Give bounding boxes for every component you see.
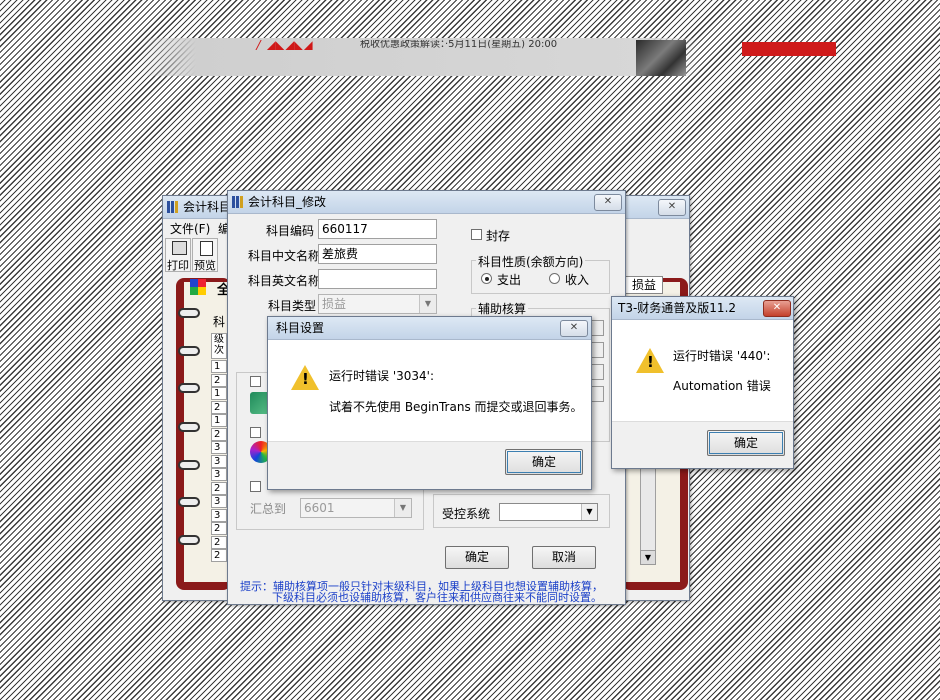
- nature-group-title: 科目性质(余额方向): [476, 253, 586, 270]
- level-cell: 3: [211, 495, 227, 508]
- error-2-line-1: 运行时错误 '440':: [673, 349, 771, 363]
- summary-select[interactable]: 6601 ▼: [300, 498, 412, 518]
- nature-debit-radio[interactable]: [481, 273, 492, 284]
- level-header: 级次: [211, 333, 227, 359]
- ring-5: [178, 460, 200, 470]
- summary-select-value: 6601: [304, 501, 335, 515]
- banner-photo: [636, 40, 686, 76]
- level-cell: 2: [211, 401, 227, 414]
- option-checkbox[interactable]: [250, 376, 261, 387]
- ring-6: [178, 497, 200, 507]
- summary-label: 汇总到: [250, 502, 287, 516]
- edit-cancel-button[interactable]: 取消: [532, 546, 596, 569]
- ring-4: [178, 422, 200, 432]
- level-cell: 1: [211, 360, 227, 373]
- banner-text: 税收优惠政策解读：·5月11日(星期五) 20:00: [360, 40, 558, 50]
- scroll-down-icon[interactable]: ▼: [640, 550, 656, 565]
- type-label: 科目类型: [268, 299, 317, 313]
- banner-logo: ╱ ◢◣◢◣◢: [255, 40, 313, 50]
- level-cell: 2: [211, 536, 227, 549]
- level-cell: 1: [211, 387, 227, 400]
- error-2-line-2: Automation 错误: [673, 379, 771, 393]
- summary-checkbox[interactable]: [250, 481, 261, 492]
- warning-mark: !: [647, 353, 654, 371]
- error-1-ok-button[interactable]: 确定: [505, 449, 583, 475]
- ring-2: [178, 346, 200, 356]
- tab-loss-profit-label: 损益: [631, 278, 656, 292]
- level-cell: 1: [211, 414, 227, 427]
- cn-name-input[interactable]: 差旅费: [318, 244, 437, 264]
- error-dialog-1-close-button[interactable]: ✕: [560, 320, 588, 337]
- account-edit-title: 会计科目_修改: [248, 195, 327, 209]
- level-header-label: 级次: [214, 334, 224, 356]
- aux-group-title: 辅助核算: [476, 300, 529, 317]
- error-1-line-2: 试着不先使用 BeginTrans 而提交或退回事务。: [329, 400, 583, 414]
- colorful-logo-icon: [190, 279, 206, 295]
- preview-toolbar-button[interactable]: 预览: [192, 238, 218, 272]
- printer-icon: [172, 241, 187, 255]
- level-cell: 2: [211, 549, 227, 562]
- level-cell: 3: [211, 455, 227, 468]
- warning-icon: !: [291, 365, 319, 390]
- sub-label: 科: [213, 315, 226, 329]
- edit-ok-button[interactable]: 确定: [445, 546, 509, 569]
- ring-1: [178, 308, 200, 318]
- nature-credit-radio[interactable]: [549, 273, 560, 284]
- option-checkbox[interactable]: [250, 427, 261, 438]
- level-cell: 2: [211, 482, 227, 495]
- error-dialog-2-close-button[interactable]: ✕: [763, 300, 791, 317]
- error-2-ok-button[interactable]: 确定: [707, 430, 785, 456]
- level-cell: 2: [211, 522, 227, 535]
- ctrl-system-label: 受控系统: [442, 507, 491, 521]
- banner-red-block[interactable]: [742, 42, 836, 56]
- level-cell: 2: [211, 374, 227, 387]
- tip-line-2: 下级科目必须也设辅助核算，客户往来和供应商往来不能同时设置。: [272, 591, 602, 604]
- warning-mark: !: [302, 370, 309, 388]
- error-dialog-1-titlebar: 科目设置: [268, 317, 591, 340]
- warning-icon: !: [636, 348, 664, 373]
- en-name-label: 科目英文名称: [248, 274, 321, 288]
- ring-7: [178, 535, 200, 545]
- account-edit-titlebar: 会计科目_修改: [228, 191, 625, 214]
- error-1-line-1: 运行时错误 '3034':: [329, 369, 434, 383]
- level-cell: 3: [211, 441, 227, 454]
- print-toolbar-button[interactable]: 打印: [165, 238, 191, 272]
- menu-file[interactable]: 文件(F): [170, 220, 210, 237]
- en-name-input[interactable]: [318, 269, 437, 289]
- app-icon: [167, 201, 178, 213]
- code-input[interactable]: 660117: [318, 219, 437, 239]
- tab-loss-profit[interactable]: 损益: [625, 276, 663, 294]
- chevron-down-icon[interactable]: ▼: [394, 499, 411, 517]
- error-dialog-2-title: T3-财务通普及版11.2: [618, 301, 737, 315]
- type-select-value: 损益: [322, 297, 347, 311]
- preview-label: 预览: [194, 259, 216, 272]
- type-select[interactable]: 损益 ▼: [318, 294, 437, 314]
- chevron-down-icon[interactable]: ▼: [581, 504, 597, 520]
- print-label: 打印: [167, 259, 189, 272]
- level-cell: 3: [211, 468, 227, 481]
- cn-name-label: 科目中文名称: [248, 249, 321, 263]
- account-edit-close-button[interactable]: ✕: [594, 194, 622, 211]
- accounts-window-close-button[interactable]: ✕: [658, 199, 686, 216]
- app-icon: [232, 196, 243, 208]
- seal-label: 封存: [486, 229, 511, 243]
- level-cell: 3: [211, 509, 227, 522]
- nature-credit-label: 收入: [565, 273, 590, 287]
- seal-checkbox[interactable]: [471, 229, 482, 240]
- nature-debit-label: 支出: [497, 273, 522, 287]
- level-cell: 2: [211, 428, 227, 441]
- accounts-window-title: 会计科目: [183, 200, 232, 214]
- code-label: 科目编码: [266, 224, 315, 238]
- ring-3: [178, 383, 200, 393]
- ctrl-system-select[interactable]: ▼: [499, 503, 598, 521]
- preview-icon: [200, 241, 213, 256]
- error-dialog-1-title: 科目设置: [276, 321, 325, 335]
- chevron-down-icon[interactable]: ▼: [419, 295, 436, 313]
